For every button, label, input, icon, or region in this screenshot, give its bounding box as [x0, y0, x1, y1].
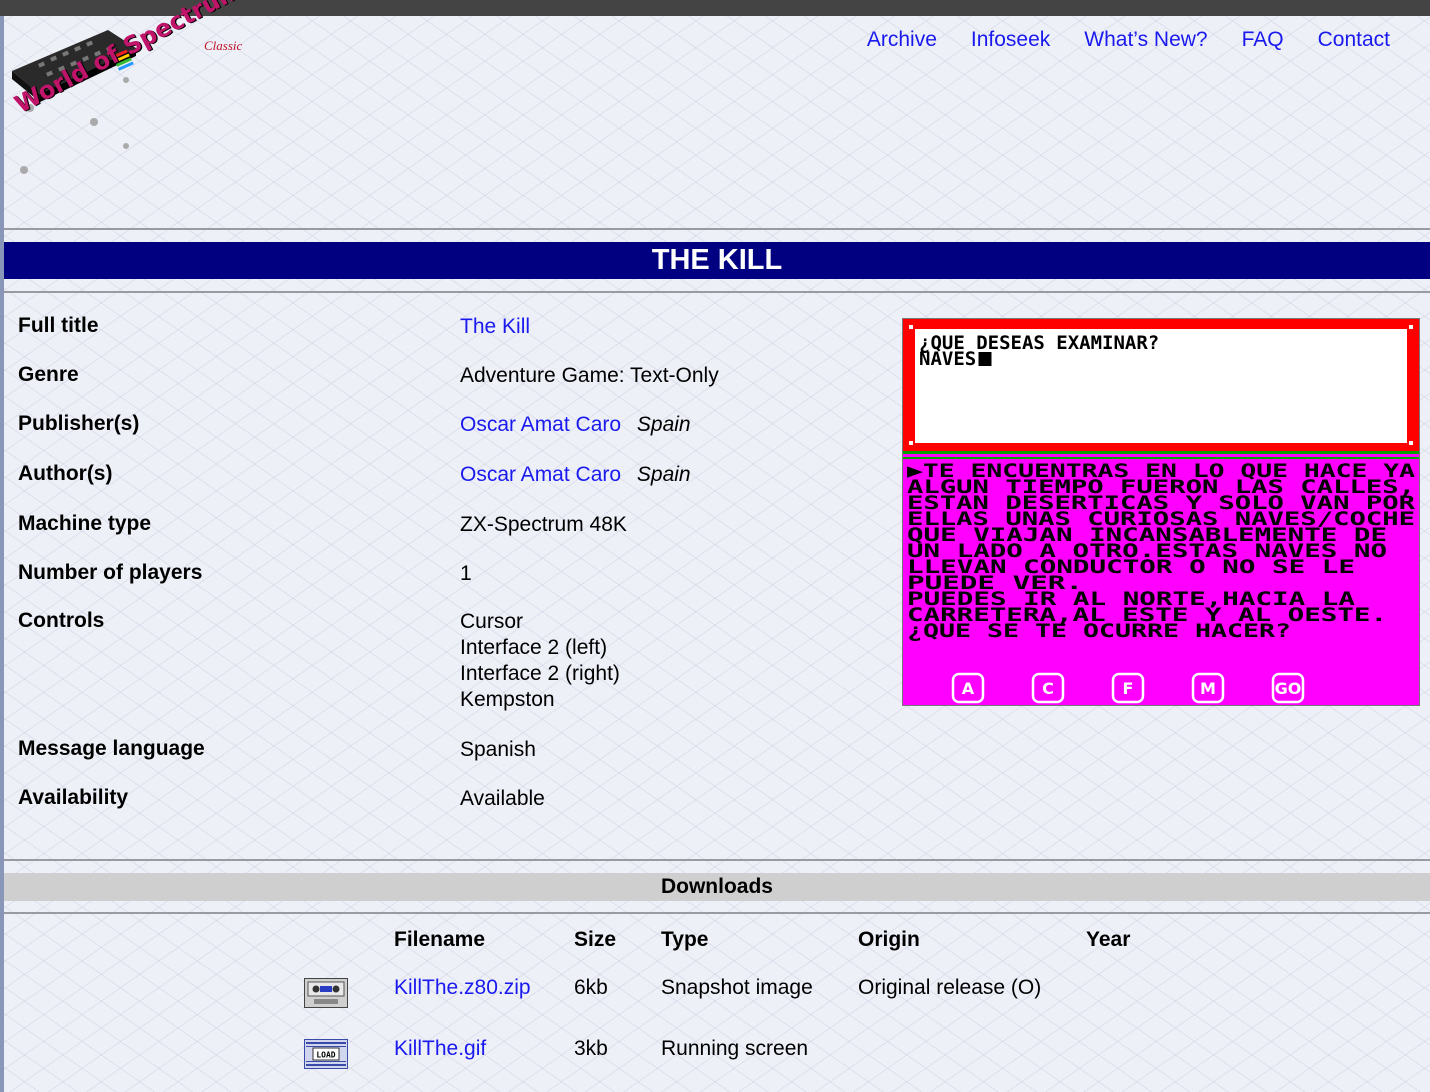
nav-contact[interactable]: Contact — [1318, 28, 1390, 52]
text-cursor — [978, 352, 992, 366]
download-size: 6kb — [574, 976, 608, 999]
logo-badge: Classic — [204, 38, 243, 53]
screen-button-label: A — [962, 679, 975, 698]
download-link[interactable]: KillThe.z80.zip — [394, 976, 531, 1000]
page-title: THE KILL — [4, 242, 1430, 279]
nav-archive[interactable]: Archive — [867, 28, 937, 52]
info-label: Full title — [18, 314, 99, 337]
nav-infoseek[interactable]: Infoseek — [971, 28, 1050, 52]
info-row-controls: Controls Cursor Interface 2 (left) Inter… — [18, 609, 878, 737]
info-row-players: Number of players 1 — [18, 561, 878, 609]
divider — [4, 291, 1430, 293]
column-header-year: Year — [1086, 928, 1131, 951]
info-row-genre: Genre Adventure Game: Text-Only — [18, 363, 878, 412]
info-label: Message language — [18, 737, 205, 760]
info-row-author: Author(s) Oscar Amat Caro Spain — [18, 462, 878, 512]
publisher-link[interactable]: Oscar Amat Caro — [460, 413, 621, 436]
download-link[interactable]: KillThe.gif — [394, 1037, 486, 1061]
screen-button-label: F — [1123, 679, 1134, 698]
info-row-language: Message language Spanish — [18, 737, 878, 786]
control-item: Interface 2 (right) — [460, 662, 620, 685]
divider — [4, 912, 1430, 914]
info-row-availability: Availability Available — [18, 786, 878, 835]
prompt-line: NAVES — [919, 348, 976, 370]
author-country: Spain — [636, 463, 691, 486]
tape-icon — [304, 978, 348, 1008]
column-header-type: Type — [661, 928, 709, 951]
info-value-players: 1 — [460, 562, 472, 585]
info-label: Machine type — [18, 512, 152, 535]
divider — [4, 228, 1430, 230]
screen-text-line: ¿QUE SE TE OCURRE HACER? — [907, 620, 1291, 642]
info-label: Genre — [18, 363, 79, 386]
author-link[interactable]: Oscar Amat Caro — [460, 463, 621, 486]
control-item: Kempston — [460, 688, 555, 711]
control-item: Cursor — [460, 610, 524, 633]
column-header-filename: Filename — [394, 928, 486, 951]
info-label: Controls — [18, 609, 105, 632]
info-row-machine: Machine type ZX-Spectrum 48K — [18, 512, 878, 561]
download-type: Snapshot image — [661, 976, 813, 999]
control-item: Interface 2 (left) — [460, 636, 608, 659]
main-nav: Archive Infoseek What’s New? FAQ Contact — [867, 28, 1390, 52]
column-header-origin: Origin — [858, 928, 920, 951]
left-edge — [0, 16, 4, 1092]
nav-whats-new[interactable]: What’s New? — [1084, 28, 1207, 52]
screenshot-canvas: ¿QUE DESEAS EXAMINAR?NAVES ▶TE ENCUENTRA… — [903, 319, 1419, 705]
game-screenshot[interactable]: ¿QUE DESEAS EXAMINAR? NAVES ▶TE ENCUENTRA… — [902, 318, 1420, 706]
info-label: Publisher(s) — [18, 412, 140, 435]
info-value-availability: Available — [460, 787, 545, 810]
info-label: Availability — [18, 786, 129, 809]
screen-button-label: C — [1042, 679, 1054, 698]
info-label: Author(s) — [18, 462, 113, 485]
column-header-size: Size — [574, 928, 617, 951]
info-value-language: Spanish — [460, 738, 536, 761]
download-origin: Original release (O) — [858, 976, 1042, 999]
download-size: 3kb — [574, 1037, 608, 1060]
info-row-publisher: Publisher(s) Oscar Amat Caro Spain — [18, 412, 878, 462]
info-label: Number of players — [18, 561, 203, 584]
load-screen-icon: LOAD — [304, 1039, 348, 1069]
screen-button-label: GO — [1275, 679, 1302, 698]
nav-faq[interactable]: FAQ — [1242, 28, 1284, 52]
game-info-table: Full title The Kill Genre Adventure Game… — [18, 314, 878, 835]
info-value-machine: ZX-Spectrum 48K — [460, 513, 627, 536]
info-row-full-title: Full title The Kill — [18, 314, 878, 363]
info-value-genre: Adventure Game: Text-Only — [460, 364, 719, 387]
download-type: Running screen — [661, 1037, 809, 1060]
site-logo[interactable]: World of Spectrum Classic — [8, 0, 258, 186]
full-title-link[interactable]: The Kill — [460, 315, 530, 338]
downloads-heading: Downloads — [4, 873, 1430, 901]
publisher-country: Spain — [636, 413, 691, 436]
screen-button-label: M — [1200, 679, 1216, 698]
svg-text:LOAD: LOAD — [316, 1051, 335, 1060]
divider — [4, 859, 1430, 861]
